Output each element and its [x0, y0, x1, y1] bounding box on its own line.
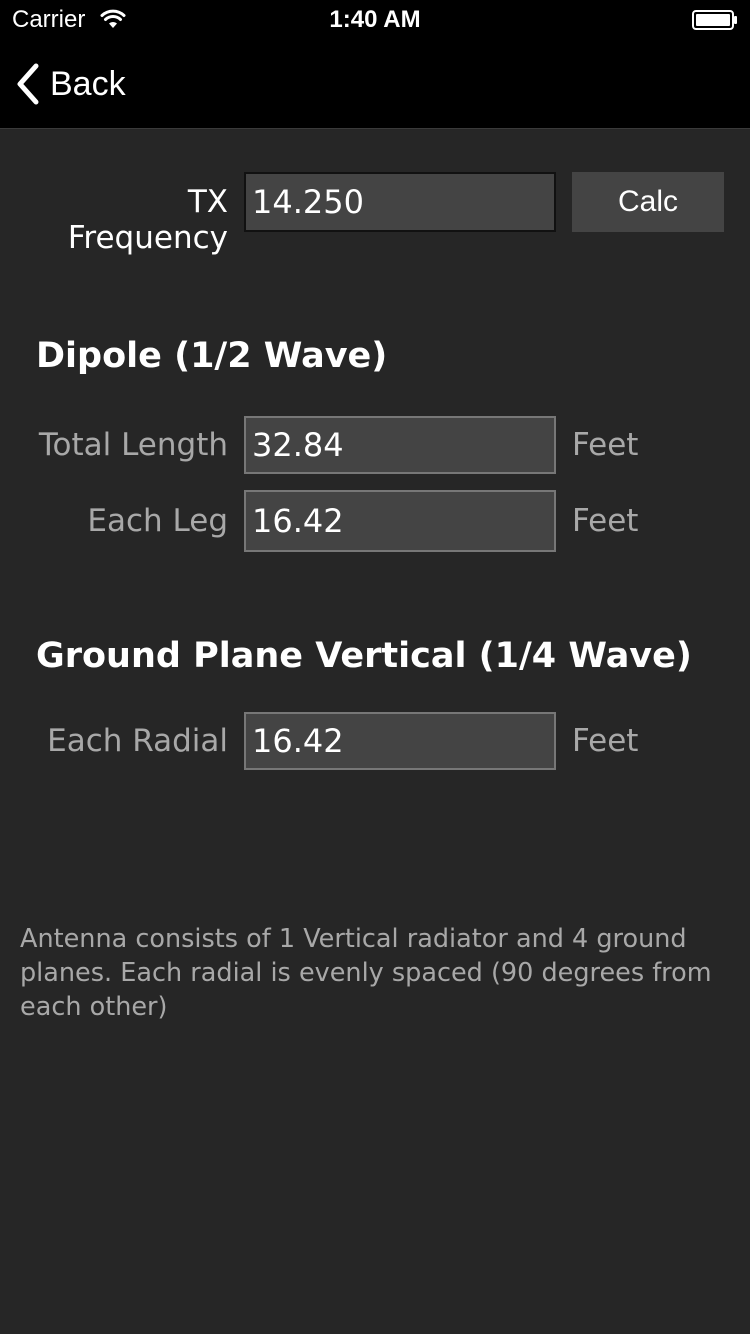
tx-frequency-label: TX Frequency — [67, 184, 228, 256]
total-length-unit: Feet — [572, 427, 639, 463]
chevron-left-icon — [17, 63, 39, 105]
back-button[interactable]: Back — [14, 62, 126, 106]
each-leg-field[interactable]: 16.42 — [244, 490, 556, 552]
total-length-field[interactable]: 32.84 — [244, 416, 556, 474]
navigation-bar: Back — [0, 40, 750, 129]
each-leg-unit: Feet — [572, 503, 639, 539]
calc-button[interactable]: Calc — [572, 172, 724, 232]
status-bar: Carrier 1:40 AM — [0, 0, 750, 40]
screen: Carrier 1:40 AM Back TX Frequency 14.250… — [0, 0, 750, 1334]
battery-icon — [692, 10, 737, 30]
each-leg-label: Each Leg — [87, 503, 228, 539]
each-radial-field[interactable]: 16.42 — [244, 712, 556, 770]
status-time: 1:40 AM — [329, 6, 421, 33]
each-radial-label: Each Radial — [47, 723, 228, 759]
total-length-label: Total Length — [38, 427, 228, 463]
back-label: Back — [50, 64, 126, 103]
antenna-note: Antenna consists of 1 Vertical radiator … — [20, 924, 712, 1022]
each-radial-unit: Feet — [572, 723, 639, 759]
tx-frequency-input[interactable]: 14.250 — [244, 172, 556, 232]
dipole-heading: Dipole (1/2 Wave) — [36, 336, 388, 376]
ground-plane-heading: Ground Plane Vertical (1/4 Wave) — [36, 636, 692, 676]
